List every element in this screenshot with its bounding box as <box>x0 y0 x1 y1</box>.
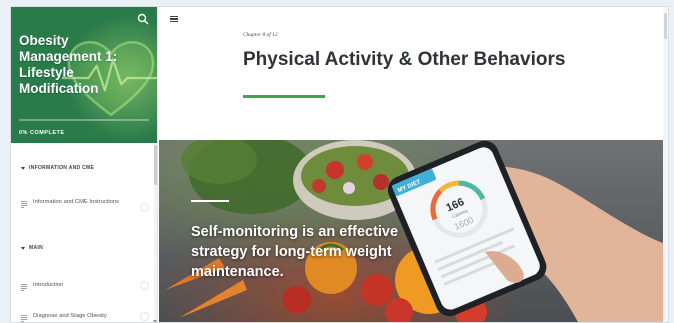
sidebar-scrollbar-thumb[interactable] <box>154 145 157 185</box>
course-progress-bar <box>19 119 149 121</box>
toc-item-label: Information and CME Instructions <box>33 199 120 205</box>
toc-section-title: MAIN <box>29 245 43 251</box>
toc-item-label: Diagnose and Stage Obesity <box>33 313 107 319</box>
chapter-label: Chapter 8 of 12 <box>243 32 278 38</box>
lesson-text-icon <box>21 283 27 291</box>
content-scrollbar-thumb[interactable] <box>664 13 667 39</box>
toc-section-main[interactable]: MAIN <box>21 245 43 251</box>
app-frame: Obesity Management 1: Lifestyle Modifica… <box>10 6 669 323</box>
scroll-down-icon[interactable] <box>153 320 157 322</box>
hero-statement: Self-monitoring is an effective strategy… <box>191 224 399 280</box>
lesson-status-icon <box>140 203 149 212</box>
caret-down-icon <box>21 246 25 250</box>
lesson-content: Chapter 8 of 12 Physical Activity & Othe… <box>159 7 668 322</box>
toc-item-introduction[interactable]: Introduction <box>21 281 149 291</box>
lesson-text-icon <box>21 314 27 322</box>
caret-down-icon <box>21 166 25 170</box>
lesson-status-icon <box>140 281 149 290</box>
lesson-text-icon <box>21 200 27 208</box>
sidebar-scrollbar[interactable] <box>153 143 157 322</box>
lesson-status-icon <box>140 312 149 321</box>
hero-divider <box>191 200 229 202</box>
hero-banner: MY DIET 166 Calories 1600 Self-monitorin… <box>159 140 665 322</box>
course-header: Obesity Management 1: Lifestyle Modifica… <box>11 7 157 143</box>
toc-section-title: INFORMATION AND CME <box>29 165 95 171</box>
toc-item-information-cme[interactable]: Information and CME Instructions <box>21 199 149 212</box>
course-progress-text: 0% COMPLETE <box>19 130 65 136</box>
toc-item-diagnose-stage-obesity[interactable]: Diagnose and Stage Obesity <box>21 312 149 322</box>
course-title: Obesity Management 1: Lifestyle Modifica… <box>19 33 118 96</box>
title-divider <box>243 95 325 98</box>
content-scrollbar[interactable] <box>663 7 668 322</box>
toc-section-information[interactable]: INFORMATION AND CME <box>21 165 94 171</box>
search-icon[interactable] <box>137 13 149 25</box>
lesson-title: Physical Activity & Other Behaviors <box>243 49 566 70</box>
toc-item-label: Introduction <box>33 282 64 288</box>
course-sidebar: Obesity Management 1: Lifestyle Modifica… <box>11 7 158 322</box>
menu-icon[interactable] <box>170 16 178 22</box>
